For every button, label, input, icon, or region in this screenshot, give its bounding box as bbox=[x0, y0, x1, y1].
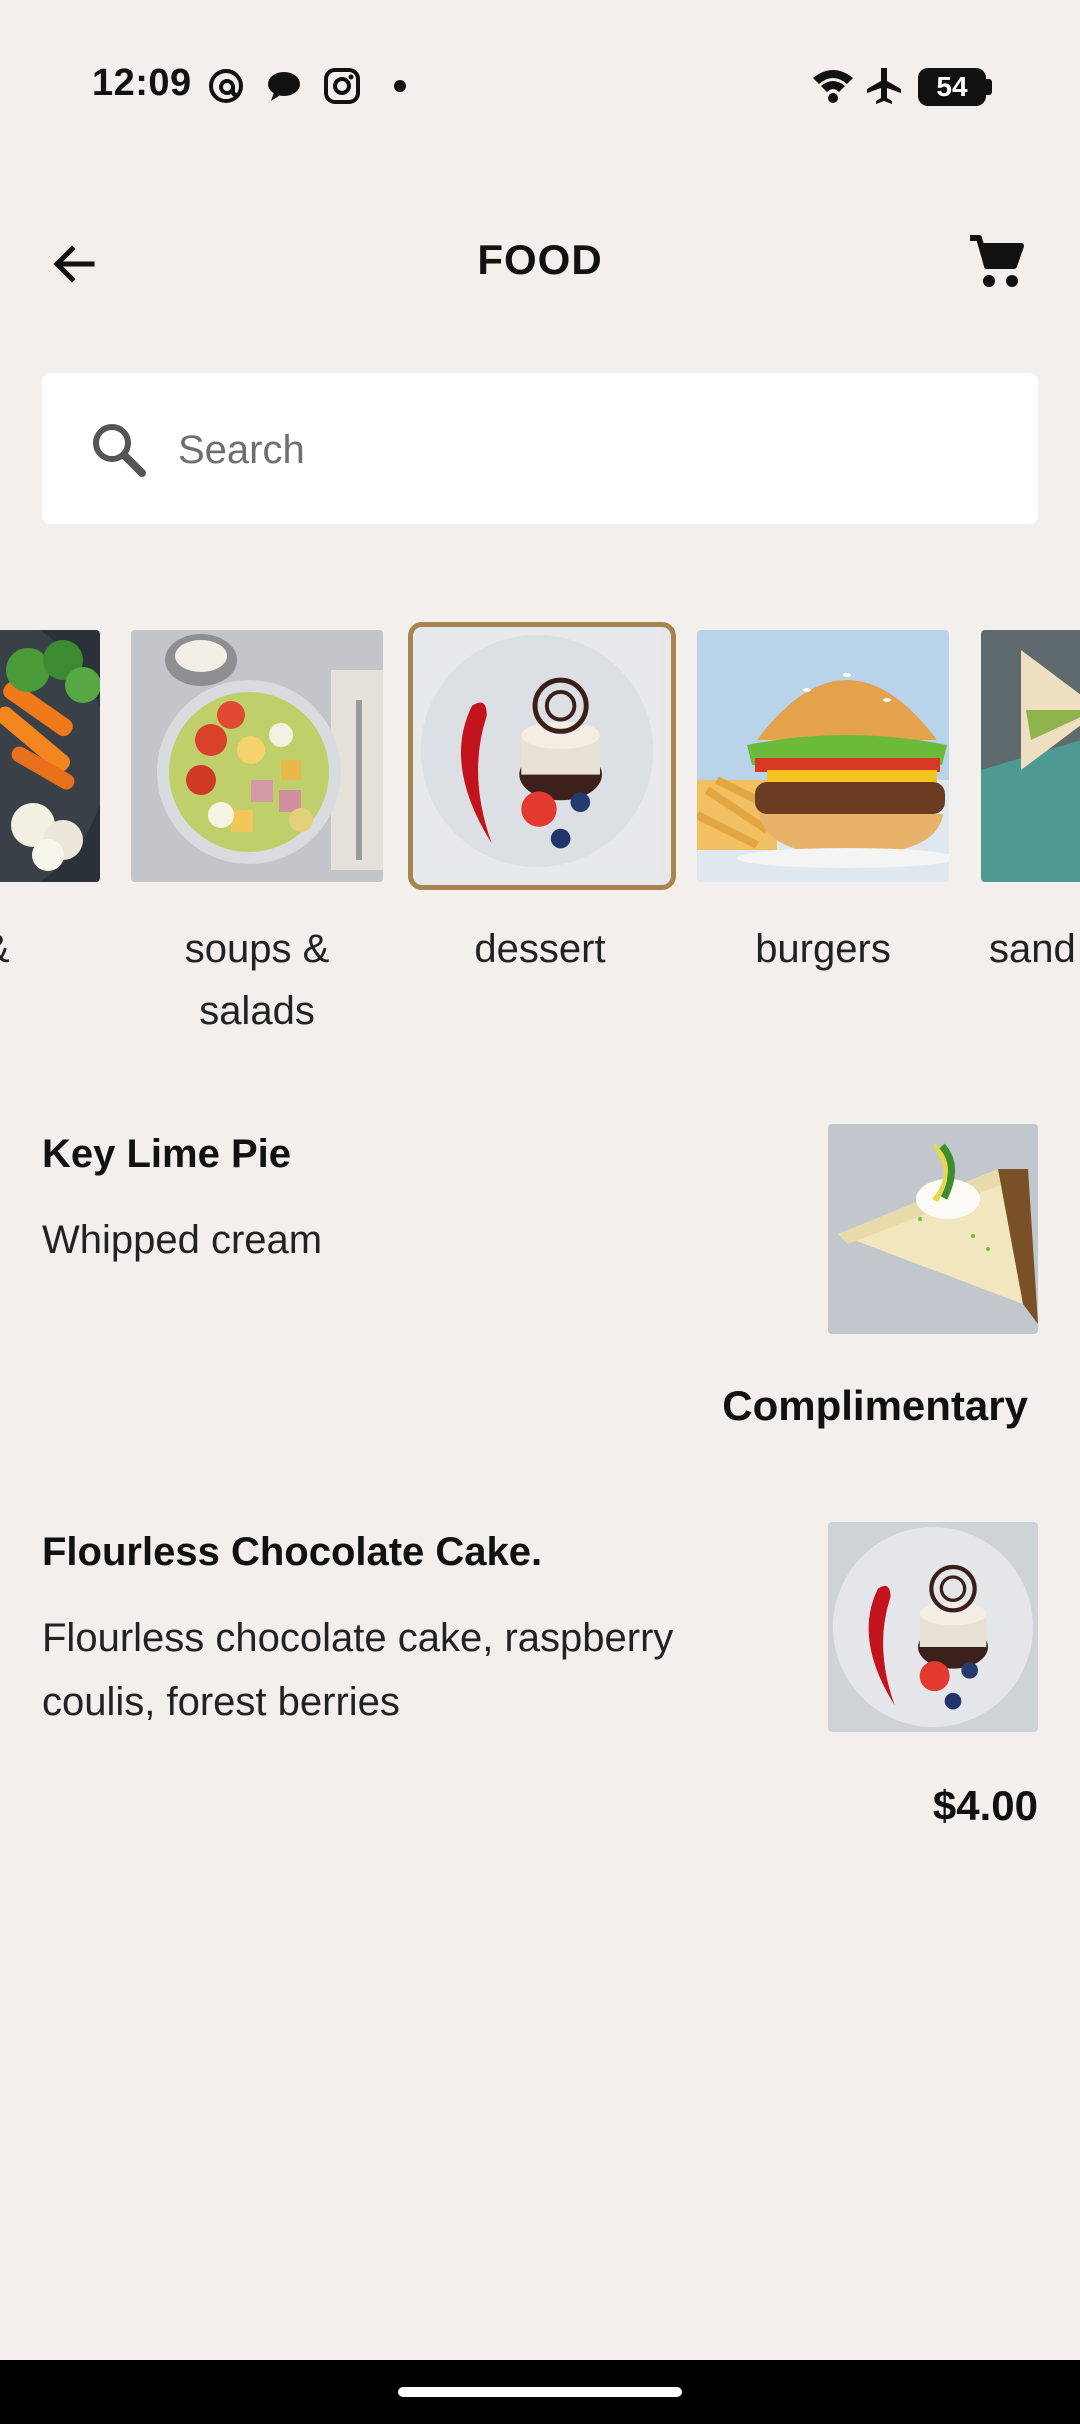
dessert-image bbox=[408, 622, 676, 890]
sandwich-image bbox=[981, 630, 1080, 882]
category-dessert[interactable]: dessert bbox=[408, 600, 676, 1060]
menu-item[interactable]: Key Lime Pie Whipped cream Complimentary bbox=[0, 1120, 1080, 1460]
status-time: 12:09 bbox=[92, 62, 192, 104]
category-label: dessert bbox=[474, 927, 606, 971]
category-burgers[interactable]: burgers bbox=[697, 600, 949, 1060]
category-label: burgers bbox=[755, 927, 891, 971]
status-bar: 12:09 54 bbox=[0, 0, 1080, 176]
chat-bubble-icon bbox=[264, 66, 304, 106]
item-price: Complimentary bbox=[722, 1382, 1028, 1429]
page-title: FOOD bbox=[477, 236, 603, 283]
search-bar[interactable] bbox=[42, 373, 1038, 524]
menu-item[interactable]: Flourless Chocolate Cake. Flourless choc… bbox=[0, 1518, 1080, 1848]
battery-tip bbox=[986, 79, 992, 95]
category-carousel[interactable]: rs & ks bbox=[0, 600, 1080, 1060]
category-sandwiches[interactable]: sand bbox=[981, 600, 1080, 1060]
item-title: Flourless Chocolate Cake. bbox=[42, 1530, 543, 1574]
item-price: $4.00 bbox=[932, 1782, 1038, 1829]
chocolate-cake-image bbox=[828, 1522, 1038, 1732]
threads-icon bbox=[206, 66, 246, 106]
veggies-image bbox=[0, 630, 100, 882]
home-gesture-handle[interactable] bbox=[398, 2387, 682, 2397]
search-icon bbox=[93, 424, 146, 477]
search-input[interactable] bbox=[176, 413, 1000, 487]
cart-icon bbox=[970, 235, 1024, 287]
wifi-icon bbox=[810, 66, 856, 106]
airplane-icon bbox=[864, 66, 904, 106]
salad-image bbox=[131, 630, 383, 882]
category-veggies[interactable]: rs & ks bbox=[0, 600, 100, 1060]
category-label: sand bbox=[989, 927, 1076, 971]
burger-image bbox=[697, 630, 949, 882]
category-label: soups & salads bbox=[184, 927, 330, 1033]
battery-icon: 54 bbox=[918, 68, 986, 106]
item-title: Key Lime Pie bbox=[42, 1132, 292, 1176]
item-description: Flourless chocolate cake, raspberry coul… bbox=[42, 1616, 674, 1724]
battery-level: 54 bbox=[936, 71, 968, 102]
item-description: Whipped cream bbox=[42, 1218, 323, 1262]
instagram-icon bbox=[322, 66, 362, 106]
cart-button[interactable] bbox=[962, 228, 1030, 296]
category-label: rs & ks bbox=[0, 918, 120, 1042]
key-lime-pie-image bbox=[828, 1124, 1038, 1334]
notification-dot-icon bbox=[380, 66, 420, 106]
category-soups-salads[interactable]: soups & salads bbox=[131, 600, 383, 1060]
